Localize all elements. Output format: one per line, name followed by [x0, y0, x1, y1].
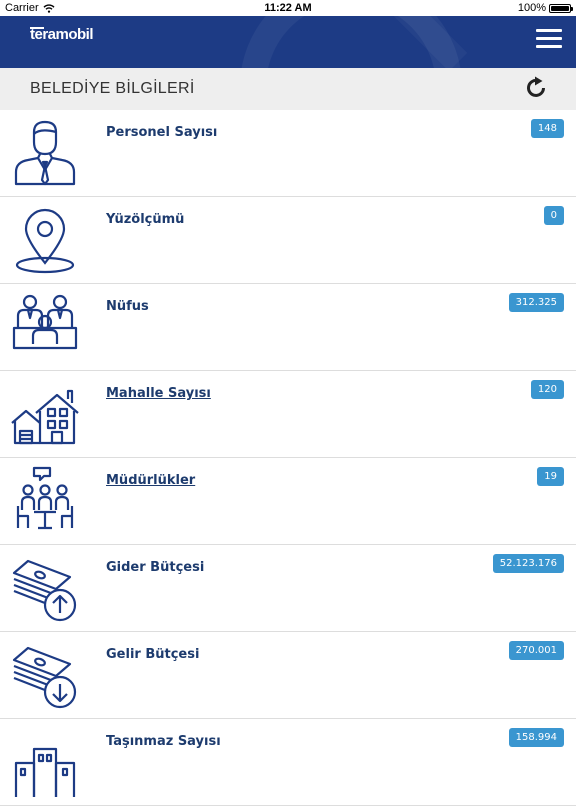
- houses-icon: [11, 389, 79, 445]
- list-item-mudurlukler[interactable]: Müdürlükler 19: [0, 458, 576, 545]
- status-bar: Carrier 11:22 AM 100%: [0, 0, 576, 16]
- map-pin-icon: [15, 208, 75, 274]
- item-value-badge: 270.001: [508, 641, 564, 660]
- item-value-badge: 158.994: [508, 728, 564, 747]
- meeting-icon: [16, 466, 74, 530]
- item-value-badge: 19: [537, 467, 564, 486]
- building-icon: [14, 747, 76, 797]
- top-navbar: teramobil: [0, 16, 576, 68]
- item-label: Taşınmaz Sayısı: [106, 734, 221, 749]
- item-label: Gelir Bütçesi: [106, 647, 200, 662]
- item-value-badge: 0: [543, 206, 564, 225]
- list-item-gelir-butcesi[interactable]: Gelir Bütçesi 270.001: [0, 632, 576, 719]
- item-value-badge: 148: [530, 119, 564, 138]
- refresh-icon[interactable]: [524, 76, 548, 100]
- battery-info: 100%: [517, 2, 573, 14]
- item-label-link[interactable]: Müdürlükler: [106, 473, 195, 488]
- item-label: Nüfus: [106, 299, 149, 314]
- status-time: 11:22 AM: [264, 2, 312, 14]
- item-label: Gider Bütçesi: [106, 560, 205, 575]
- battery-icon: [549, 3, 573, 13]
- item-label-link[interactable]: Mahalle Sayısı: [106, 386, 211, 401]
- hamburger-menu-icon[interactable]: [536, 29, 562, 49]
- population-icon: [12, 294, 78, 350]
- item-label: Personel Sayısı: [106, 125, 218, 140]
- info-list: Personel Sayısı 148 Yüzölçümü 0 Nüfus 31…: [0, 110, 576, 806]
- money-down-icon: [12, 646, 77, 709]
- item-value-badge: 52.123.176: [492, 554, 564, 573]
- list-item-mahalle[interactable]: Mahalle Sayısı 120: [0, 371, 576, 458]
- employee-icon: [14, 120, 76, 186]
- list-item-tasinmaz[interactable]: Taşınmaz Sayısı 158.994: [0, 719, 576, 806]
- item-value-badge: 120: [530, 380, 564, 399]
- item-value-badge: 312.325: [508, 293, 564, 312]
- item-label: Yüzölçümü: [106, 212, 185, 227]
- page-title: BELEDİYE BİLGİLERİ: [30, 80, 195, 97]
- app-logo: teramobil: [30, 26, 94, 43]
- list-item-nufus[interactable]: Nüfus 312.325: [0, 284, 576, 371]
- page-header: BELEDİYE BİLGİLERİ: [0, 68, 576, 110]
- battery-fill: [551, 5, 569, 11]
- list-item-yuzolcumu[interactable]: Yüzölçümü 0: [0, 197, 576, 284]
- list-item-personel[interactable]: Personel Sayısı 148: [0, 110, 576, 197]
- list-item-gider-butcesi[interactable]: Gider Bütçesi 52.123.176: [0, 545, 576, 632]
- money-up-icon: [12, 559, 77, 622]
- battery-percent: 100%: [517, 2, 546, 14]
